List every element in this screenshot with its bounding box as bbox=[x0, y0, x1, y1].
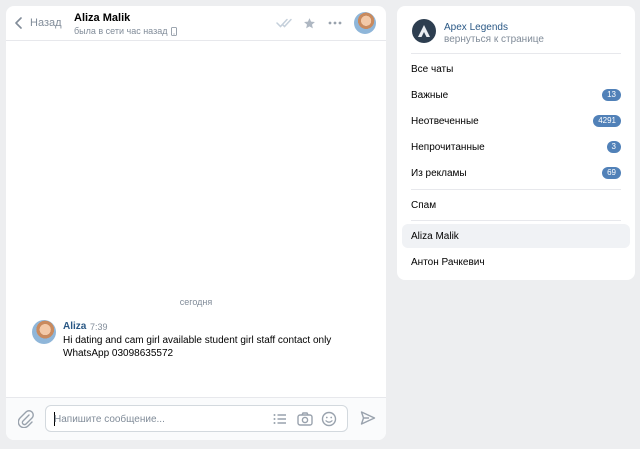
folder-label: Непрочитанные bbox=[411, 141, 485, 153]
chat-panel: Назад Aliza Malik была в сети час назад … bbox=[6, 6, 386, 440]
group-name[interactable]: Apex Legends bbox=[444, 22, 508, 33]
message-time[interactable]: 7:39 bbox=[90, 322, 108, 332]
more-icon[interactable] bbox=[326, 15, 344, 31]
peer-status: была в сети час назад bbox=[74, 26, 178, 36]
chat-item-label: Антон Рачкевич bbox=[411, 256, 485, 268]
chat-item-aliza-malik[interactable]: Aliza Malik bbox=[402, 224, 630, 248]
folder-label: Все чаты bbox=[411, 63, 454, 75]
smile-icon[interactable] bbox=[321, 411, 337, 427]
back-label: Назад bbox=[30, 17, 62, 29]
chat-item-anton-rachkevich[interactable]: Антон Рачкевич bbox=[402, 250, 630, 274]
send-icon[interactable] bbox=[360, 410, 376, 426]
peer-name[interactable]: Aliza Malik bbox=[74, 12, 130, 24]
folder-all-chats[interactable]: Все чаты bbox=[402, 57, 630, 81]
folder-important[interactable]: Важные 13 bbox=[402, 83, 630, 107]
chevron-left-icon bbox=[15, 17, 22, 29]
folder-unread[interactable]: Непрочитанные 3 bbox=[402, 135, 630, 159]
folder-label: Важные bbox=[411, 89, 449, 101]
message-author[interactable]: Aliza bbox=[63, 321, 86, 332]
message-input[interactable] bbox=[54, 411, 254, 427]
folder-label: Из рекламы bbox=[411, 167, 467, 179]
camera-icon[interactable] bbox=[297, 411, 313, 427]
group-header[interactable]: Apex Legends вернуться к странице bbox=[397, 6, 635, 52]
double-check-icon[interactable] bbox=[276, 15, 294, 31]
message-input-wrapper[interactable] bbox=[45, 405, 348, 432]
apex-logo-icon bbox=[418, 25, 430, 37]
count-badge: 13 bbox=[602, 89, 621, 101]
count-badge: 3 bbox=[606, 141, 621, 153]
message-avatar[interactable] bbox=[32, 320, 56, 344]
folder-label: Спам bbox=[411, 199, 437, 211]
peer-status-text: была в сети час назад bbox=[74, 26, 168, 36]
count-badge: 69 bbox=[602, 167, 621, 179]
folder-from-ads[interactable]: Из рекламы 69 bbox=[402, 161, 630, 185]
group-back-link[interactable]: вернуться к странице bbox=[444, 34, 544, 45]
star-icon[interactable] bbox=[300, 15, 318, 31]
group-logo bbox=[412, 19, 436, 43]
folder-unanswered[interactable]: Неотвеченные 4291 bbox=[402, 109, 630, 133]
chat-header: Назад Aliza Malik была в сети час назад bbox=[6, 6, 386, 41]
chat-item-label: Aliza Malik bbox=[411, 230, 459, 242]
list-icon[interactable] bbox=[272, 411, 288, 427]
divider bbox=[411, 220, 621, 221]
divider bbox=[411, 189, 621, 190]
folder-label: Неотвеченные bbox=[411, 115, 479, 127]
paperclip-icon[interactable] bbox=[18, 410, 34, 428]
composer bbox=[6, 397, 386, 440]
count-badge: 4291 bbox=[593, 115, 621, 127]
folder-spam[interactable]: Спам bbox=[402, 193, 630, 217]
phone-icon bbox=[171, 26, 178, 36]
peer-avatar[interactable] bbox=[354, 12, 376, 34]
date-separator: сегодня bbox=[179, 297, 213, 307]
back-button[interactable]: Назад bbox=[14, 14, 62, 32]
divider bbox=[411, 53, 621, 54]
message-text: Hi dating and cam girl available student… bbox=[63, 335, 332, 359]
folders-panel: Apex Legends вернуться к странице Все ча… bbox=[397, 6, 635, 280]
